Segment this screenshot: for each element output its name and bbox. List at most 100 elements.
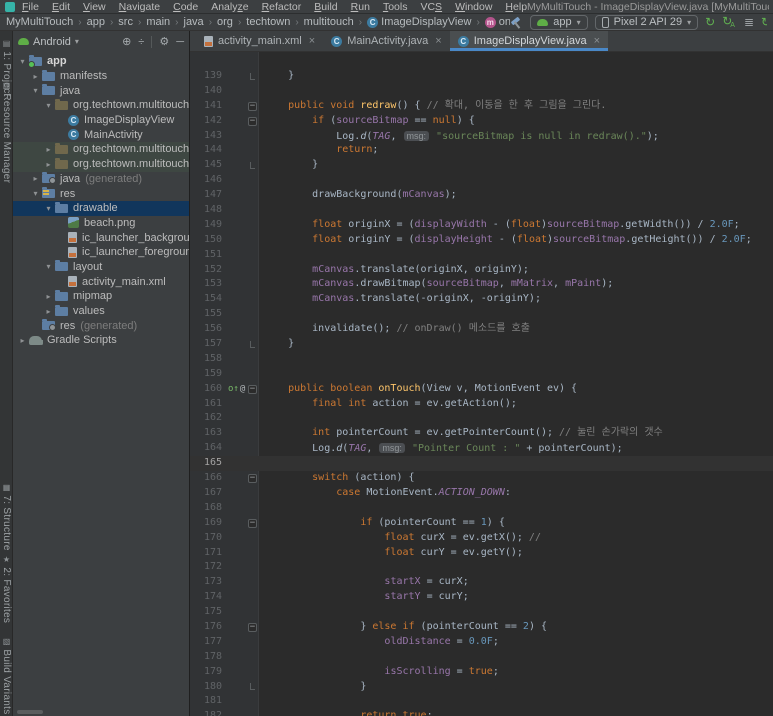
code-line-159[interactable]: 159 (190, 367, 773, 382)
apply-changes-restart-icon[interactable]: ↻ (705, 16, 715, 28)
menu-build[interactable]: Build (314, 1, 337, 13)
chevron-down-icon[interactable]: ▾ (42, 262, 55, 271)
tool-button-7-structure[interactable]: ▦ 7: Structure (1, 483, 12, 551)
fold-end-icon[interactable] (246, 158, 259, 173)
code-line-180[interactable]: 180 } (190, 680, 773, 695)
line-number[interactable]: 146 (190, 173, 228, 188)
line-number[interactable]: 154 (190, 292, 228, 307)
menu-window[interactable]: Window (455, 1, 492, 13)
device-select[interactable]: Pixel 2 API 29 ▾ (594, 14, 699, 30)
breadcrumb-src[interactable]: src (118, 16, 133, 28)
tool-button-build-variants[interactable]: ▧ Build Variants (1, 637, 12, 715)
code-line-153[interactable]: 153 mCanvas.drawBitmap(sourceBitmap, mMa… (190, 277, 773, 292)
fold-start-icon[interactable]: − (246, 516, 259, 531)
tree-item-res[interactable]: ▾ res (13, 186, 189, 201)
chevron-down-icon[interactable]: ▾ (29, 189, 42, 198)
code-line-175[interactable]: 175 (190, 605, 773, 620)
apply-code-changes-icon[interactable]: ↻A (722, 15, 737, 30)
code-line-171[interactable]: 171 float curY = ev.getY(); (190, 546, 773, 561)
breadcrumb-imagedisplayview[interactable]: C ImageDisplayView (367, 16, 471, 28)
fold-start-icon[interactable]: − (246, 99, 259, 114)
code-line-173[interactable]: 173 startX = curX; (190, 575, 773, 590)
menu-run[interactable]: Run (351, 1, 370, 13)
code-line-177[interactable]: 177 oldDistance = 0.0F; (190, 635, 773, 650)
line-number[interactable]: 165 (190, 456, 228, 471)
menu-refactor[interactable]: Refactor (262, 1, 302, 13)
chevron-right-icon[interactable]: ▸ (42, 307, 55, 316)
tree-item-drawable[interactable]: ▾ drawable (13, 200, 189, 216)
menu-tools[interactable]: Tools (383, 1, 408, 13)
code-line-176[interactable]: 176 − } else if (pointerCount == 2) { (190, 620, 773, 635)
line-number[interactable]: 178 (190, 650, 228, 665)
tree-item-org-techtown-multitouch[interactable]: ▾ org.techtown.multitouch (13, 98, 189, 113)
code-line-157[interactable]: 157 } (190, 337, 773, 352)
line-number[interactable]: 173 (190, 575, 228, 590)
line-number[interactable]: 153 (190, 277, 228, 292)
menu-code[interactable]: Code (173, 1, 198, 13)
code-line-178[interactable]: 178 (190, 650, 773, 665)
tab-activity-main-xml[interactable]: activity_main.xml × (196, 31, 323, 51)
tree-item-java[interactable]: ▾ java (13, 83, 189, 98)
line-number[interactable]: 161 (190, 397, 228, 412)
menu-edit[interactable]: Edit (52, 1, 70, 13)
fold-start-icon[interactable]: − (246, 471, 259, 486)
tree-item-values[interactable]: ▸ values (13, 304, 189, 319)
tree-item-manifests[interactable]: ▸ manifests (13, 69, 189, 84)
chevron-right-icon[interactable]: ▸ (42, 292, 55, 301)
code-line-156[interactable]: 156 invalidate(); // onDraw() 메소드를 호출 (190, 322, 773, 337)
panel-scrollbar[interactable] (17, 710, 43, 714)
breadcrumb-app[interactable]: app (87, 16, 105, 28)
line-number[interactable]: 156 (190, 322, 228, 337)
fold-start-icon[interactable]: − (246, 114, 259, 129)
line-number[interactable]: 159 (190, 367, 228, 382)
locate-file-icon[interactable]: ⊕ (122, 35, 131, 48)
close-icon[interactable]: × (594, 35, 600, 47)
code-line-179[interactable]: 179 isScrolling = true; (190, 665, 773, 680)
line-number[interactable]: 163 (190, 426, 228, 441)
run-configuration-select[interactable]: app ▾ (530, 14, 588, 30)
line-number[interactable]: 169 (190, 516, 228, 531)
code-line-164[interactable]: 164 Log.d(TAG, msg: "Pointer Count : " +… (190, 441, 773, 456)
chevron-right-icon[interactable]: ▸ (29, 72, 42, 81)
code-line-168[interactable]: 168 (190, 501, 773, 516)
line-number[interactable]: 150 (190, 233, 228, 248)
line-number[interactable]: 177 (190, 635, 228, 650)
breadcrumb-mymultitouch[interactable]: MyMultiTouch (6, 16, 73, 28)
code-line-139[interactable]: 139 } (190, 69, 773, 84)
tree-item-ic-launcher-background-xml[interactable]: ic_launcher_background.xml (13, 230, 189, 245)
tree-item-imagedisplayview[interactable]: C ImageDisplayView (13, 113, 189, 128)
code-line-158[interactable]: 158 (190, 352, 773, 367)
tab-mainactivity-java[interactable]: C MainActivity.java × (323, 31, 450, 51)
menu-file[interactable]: File (22, 1, 39, 13)
code-line-170[interactable]: 170 float curX = ev.getX(); // (190, 531, 773, 546)
code-line-142[interactable]: 142 − if (sourceBitmap == null) { (190, 114, 773, 129)
line-number[interactable]: 151 (190, 248, 228, 263)
menu-vcs[interactable]: VCS (420, 1, 442, 13)
line-number[interactable]: 145 (190, 158, 228, 173)
code-line-144[interactable]: 144 return; (190, 143, 773, 158)
code-line-162[interactable]: 162 (190, 411, 773, 426)
chevron-right-icon[interactable]: ▸ (42, 145, 55, 154)
fold-start-icon[interactable]: − (246, 620, 259, 635)
line-number[interactable]: 181 (190, 694, 228, 709)
line-number[interactable]: 148 (190, 203, 228, 218)
line-number[interactable]: 147 (190, 188, 228, 203)
line-number[interactable]: 160 (190, 382, 228, 397)
gear-icon[interactable]: ⚙ (159, 35, 169, 48)
line-number[interactable]: 157 (190, 337, 228, 352)
tree-item-app[interactable]: ▾ app (13, 54, 189, 69)
line-number[interactable]: 180 (190, 680, 228, 695)
project-view-select[interactable]: Android (33, 36, 71, 48)
tree-item-layout[interactable]: ▾ layout (13, 260, 189, 275)
line-number[interactable]: 179 (190, 665, 228, 680)
tool-button-2-favorites[interactable]: ★ 2: Favorites (1, 555, 12, 623)
tab-imagedisplayview-java[interactable]: C ImageDisplayView.java × (449, 31, 609, 51)
close-icon[interactable]: × (435, 35, 441, 47)
code-line-146[interactable]: 146 (190, 173, 773, 188)
code-line-151[interactable]: 151 (190, 248, 773, 263)
close-icon[interactable]: × (309, 35, 315, 47)
code-line-163[interactable]: 163 int pointerCount = ev.getPointerCoun… (190, 426, 773, 441)
line-number[interactable]: 155 (190, 307, 228, 322)
chevron-down-icon[interactable]: ▾ (42, 101, 55, 110)
code-line-167[interactable]: 167 case MotionEvent.ACTION_DOWN: (190, 486, 773, 501)
